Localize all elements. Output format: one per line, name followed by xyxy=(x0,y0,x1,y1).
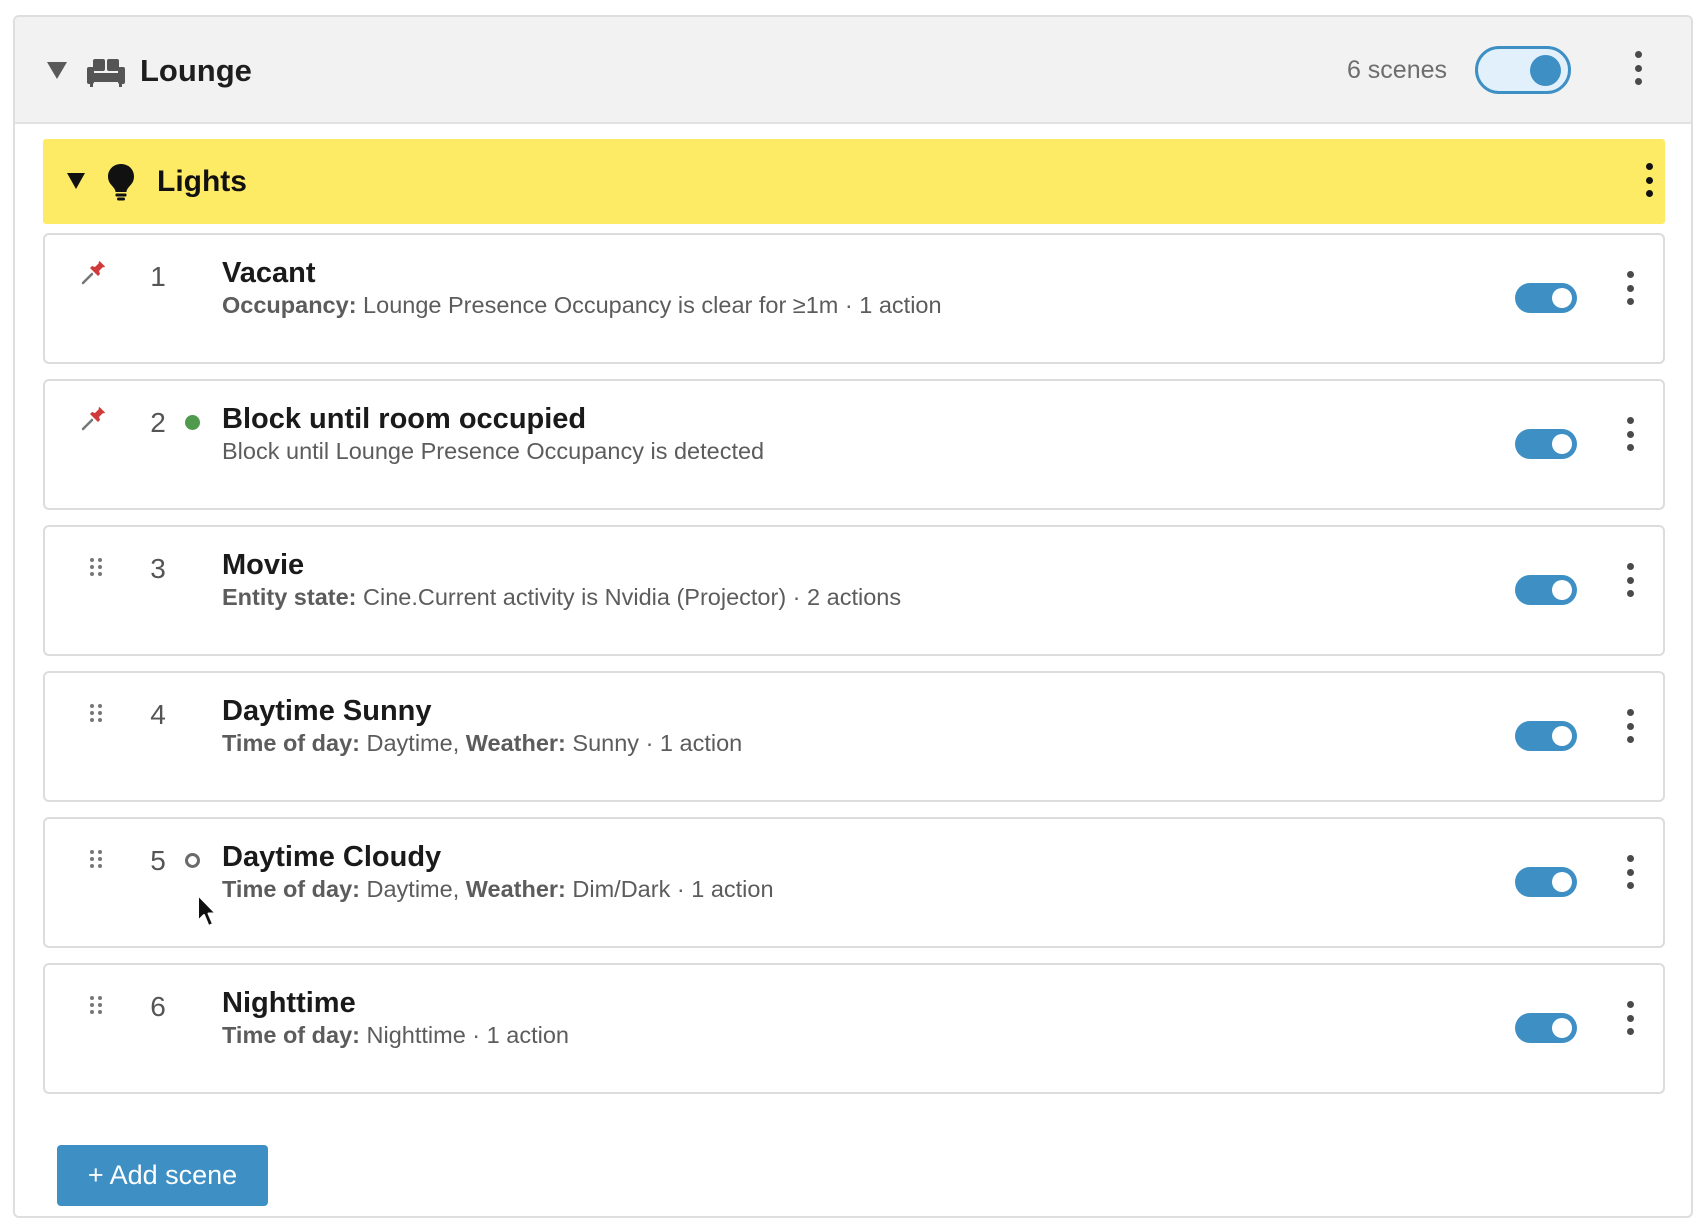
pin-icon[interactable] xyxy=(81,405,107,431)
group-menu-kebab-icon[interactable] xyxy=(1643,163,1655,197)
scene-number: 6 xyxy=(150,991,166,1022)
add-scene-button[interactable]: + Add scene xyxy=(57,1145,268,1206)
toggle-knob xyxy=(1530,55,1561,86)
scene-description: Entity state: Cine.Current activity is N… xyxy=(222,584,902,610)
drag-handle-icon[interactable] xyxy=(89,849,103,869)
room-panel: Lounge 6 scenes Lights 1 Vacant Occupanc… xyxy=(13,15,1693,1218)
scene-menu-kebab-icon[interactable] xyxy=(1624,855,1636,889)
scene-title: Nighttime xyxy=(222,987,356,1019)
scene-number: 2 xyxy=(150,407,166,438)
scene-number: 1 xyxy=(150,261,166,292)
pending-status-ring xyxy=(185,853,200,868)
scene-title: Daytime Cloudy xyxy=(222,841,442,873)
drag-handle-icon[interactable] xyxy=(89,995,103,1015)
scene-title: Vacant xyxy=(222,257,316,289)
scene-row-vacant[interactable]: 1 Vacant Occupancy: Lounge Presence Occu… xyxy=(43,233,1665,364)
scene-description: Time of day: Nighttime · 1 action xyxy=(222,1022,569,1048)
scene-description: Time of day: Daytime, Weather: Dim/Dark … xyxy=(222,876,774,902)
scene-enable-toggle[interactable] xyxy=(1515,283,1577,313)
scene-menu-kebab-icon[interactable] xyxy=(1624,563,1636,597)
scene-row-movie[interactable]: 3 Movie Entity state: Cine.Current activ… xyxy=(43,525,1665,656)
room-title: Lounge xyxy=(140,53,252,88)
scene-enable-toggle[interactable] xyxy=(1515,721,1577,751)
scene-row-daytime-cloudy[interactable]: 5 Daytime Cloudy Time of day: Daytime, W… xyxy=(43,817,1665,948)
drag-handle-icon[interactable] xyxy=(89,703,103,723)
scene-row-block-until-room-occupied[interactable]: 2 Block until room occupied Block until … xyxy=(43,379,1665,510)
scene-description: Occupancy: Lounge Presence Occupancy is … xyxy=(222,292,942,318)
sofa-icon xyxy=(87,59,125,87)
scene-title: Movie xyxy=(222,549,305,581)
room-header[interactable]: Lounge 6 scenes xyxy=(15,17,1691,124)
scene-enable-toggle[interactable] xyxy=(1515,575,1577,605)
collapse-caret-icon[interactable] xyxy=(47,62,67,79)
group-title: Lights xyxy=(157,165,247,198)
scene-count: 6 scenes xyxy=(1346,56,1447,84)
pin-icon[interactable] xyxy=(81,259,107,285)
scene-number: 5 xyxy=(150,845,166,876)
scene-number: 4 xyxy=(150,699,166,730)
scene-menu-kebab-icon[interactable] xyxy=(1624,1001,1636,1035)
group-header-lights[interactable]: Lights xyxy=(43,139,1665,224)
scene-row-daytime-sunny[interactable]: 4 Daytime Sunny Time of day: Daytime, We… xyxy=(43,671,1665,802)
collapse-caret-icon[interactable] xyxy=(67,173,85,189)
room-menu-kebab-icon[interactable] xyxy=(1632,51,1644,85)
scene-title: Block until room occupied xyxy=(222,403,587,435)
active-status-dot xyxy=(185,415,200,430)
room-enable-toggle[interactable] xyxy=(1475,46,1571,94)
scene-enable-toggle[interactable] xyxy=(1515,429,1577,459)
scene-row-nighttime[interactable]: 6 Nighttime Time of day: Nighttime · 1 a… xyxy=(43,963,1665,1094)
scene-description: Time of day: Daytime, Weather: Sunny · 1… xyxy=(222,730,743,756)
scene-menu-kebab-icon[interactable] xyxy=(1624,417,1636,451)
scene-enable-toggle[interactable] xyxy=(1515,867,1577,897)
mouse-cursor-icon xyxy=(197,894,217,927)
scene-menu-kebab-icon[interactable] xyxy=(1624,271,1636,305)
lightbulb-icon xyxy=(108,164,134,201)
drag-handle-icon[interactable] xyxy=(89,557,103,577)
scene-enable-toggle[interactable] xyxy=(1515,1013,1577,1043)
scene-title: Daytime Sunny xyxy=(222,695,432,727)
scene-menu-kebab-icon[interactable] xyxy=(1624,709,1636,743)
scene-number: 3 xyxy=(150,553,166,584)
scene-description: Block until Lounge Presence Occupancy is… xyxy=(222,438,765,464)
